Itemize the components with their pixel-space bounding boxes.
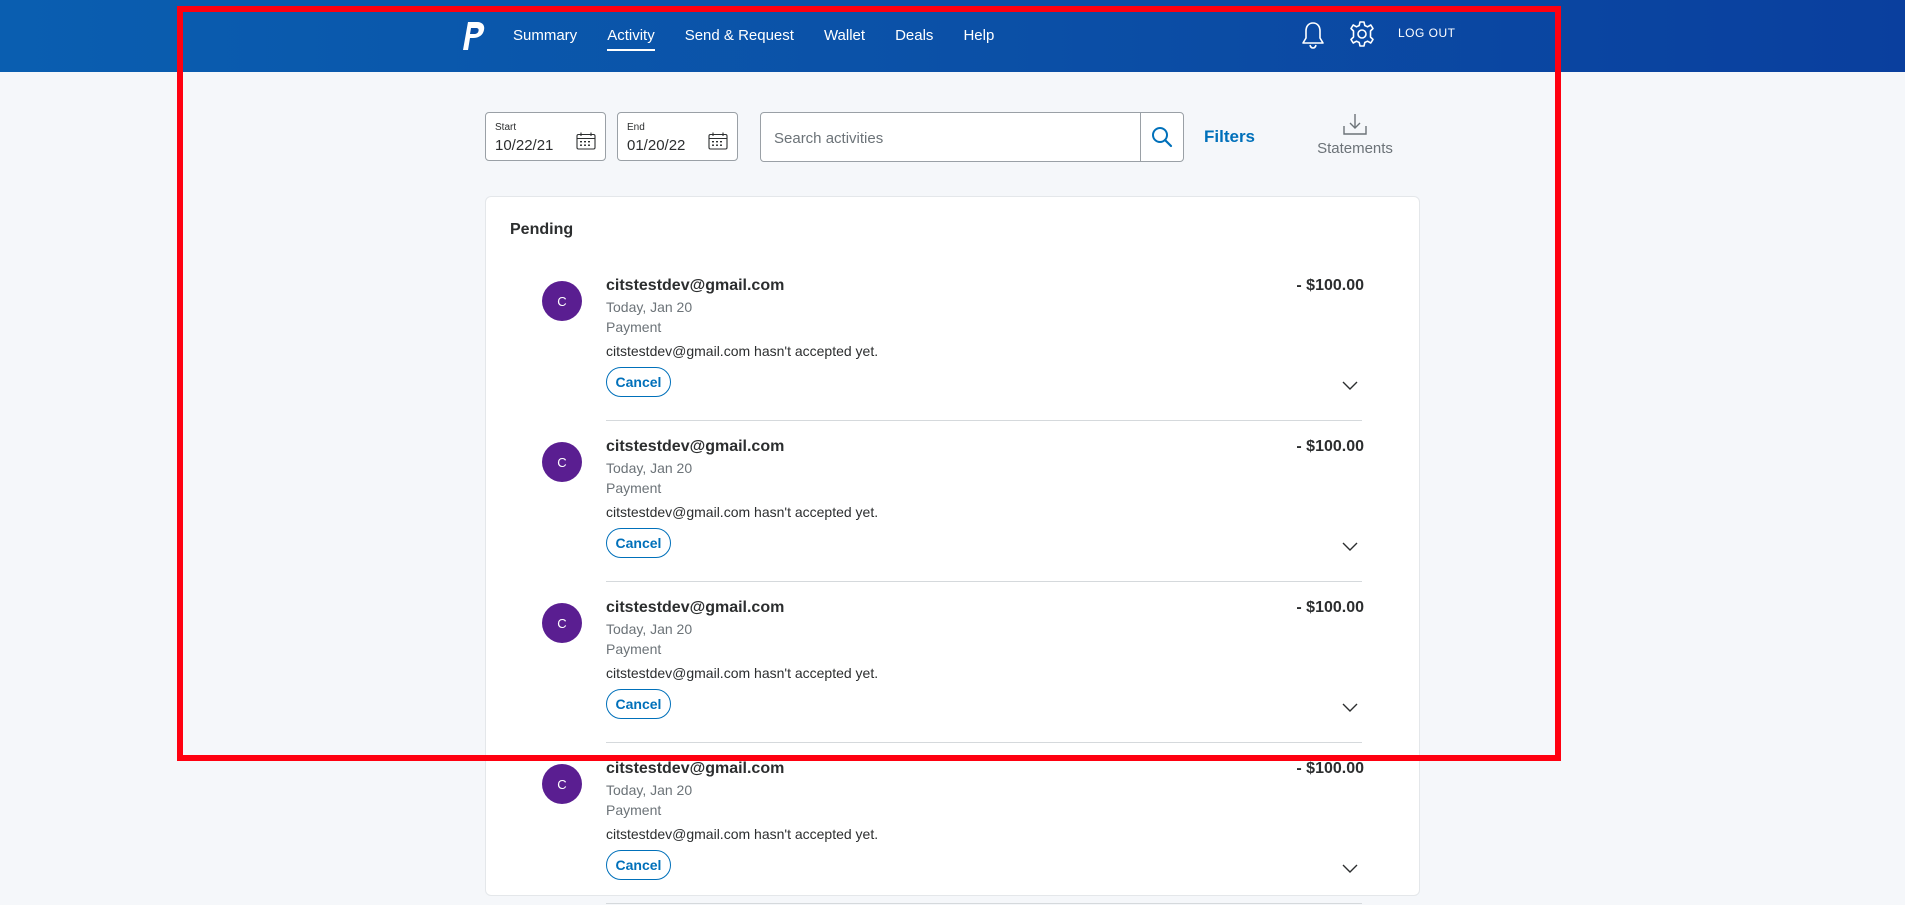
nav-activity[interactable]: Activity bbox=[607, 26, 655, 51]
download-icon bbox=[1343, 114, 1367, 135]
nav-deals[interactable]: Deals bbox=[895, 26, 933, 46]
transaction-amount: - $100.00 bbox=[1296, 599, 1364, 616]
recipient-name: citstestdev@gmail.com bbox=[606, 438, 785, 455]
nav-send-request[interactable]: Send & Request bbox=[685, 26, 794, 46]
cancel-button[interactable]: Cancel bbox=[606, 528, 671, 558]
end-date-label: End bbox=[627, 122, 645, 133]
chevron-down-icon[interactable] bbox=[1341, 862, 1359, 874]
chevron-down-icon[interactable] bbox=[1341, 540, 1359, 552]
start-date-value: 10/22/21 bbox=[495, 137, 554, 154]
transaction-amount: - $100.00 bbox=[1296, 277, 1364, 294]
transaction-amount: - $100.00 bbox=[1296, 760, 1364, 777]
transaction-type: Payment bbox=[606, 319, 662, 335]
start-date-label: Start bbox=[495, 122, 517, 133]
transaction-note: citstestdev@gmail.com hasn't accepted ye… bbox=[606, 504, 879, 520]
end-date-value: 01/20/22 bbox=[627, 137, 686, 154]
recipient-name: citstestdev@gmail.com bbox=[606, 599, 785, 616]
list-item[interactable]: C citstestdev@gmail.com Today, Jan 20 Pa… bbox=[486, 261, 1421, 422]
chevron-down-icon[interactable] bbox=[1341, 701, 1359, 713]
recipient-name: citstestdev@gmail.com bbox=[606, 760, 785, 777]
cancel-button[interactable]: Cancel bbox=[606, 367, 671, 397]
start-date-field[interactable]: Start 10/22/21 bbox=[485, 112, 606, 161]
transaction-date: Today, Jan 20 bbox=[606, 782, 693, 798]
nav-help[interactable]: Help bbox=[963, 26, 994, 46]
cancel-button[interactable]: Cancel bbox=[606, 689, 671, 719]
calendar-icon[interactable] bbox=[576, 132, 596, 150]
transaction-date: Today, Jan 20 bbox=[606, 460, 693, 476]
list-item[interactable]: C citstestdev@gmail.com Today, Jan 20 Pa… bbox=[486, 422, 1421, 583]
recipient-name: citstestdev@gmail.com bbox=[606, 277, 785, 294]
statements-button[interactable]: Statements bbox=[1305, 112, 1405, 164]
divider bbox=[606, 903, 1362, 904]
list-item[interactable]: C citstestdev@gmail.com Today, Jan 20 Pa… bbox=[486, 744, 1421, 905]
gear-icon[interactable] bbox=[1348, 19, 1376, 49]
pending-activity-card: Pending C citstestdev@gmail.com Today, J… bbox=[485, 196, 1421, 904]
top-navigation-bar: Summary Activity Send & Request Wallet D… bbox=[0, 0, 1905, 72]
transaction-type: Payment bbox=[606, 641, 662, 657]
paypal-logo-icon[interactable] bbox=[458, 20, 486, 52]
transaction-date: Today, Jan 20 bbox=[606, 621, 693, 637]
transaction-type: Payment bbox=[606, 480, 662, 496]
transaction-amount: - $100.00 bbox=[1296, 438, 1364, 455]
search-button[interactable] bbox=[1140, 113, 1183, 161]
avatar: C bbox=[542, 764, 582, 804]
divider bbox=[606, 420, 1362, 421]
search-activities-box bbox=[760, 112, 1184, 162]
pending-heading: Pending bbox=[510, 221, 574, 238]
end-date-field[interactable]: End 01/20/22 bbox=[617, 112, 738, 161]
list-item[interactable]: C citstestdev@gmail.com Today, Jan 20 Pa… bbox=[486, 583, 1421, 744]
calendar-icon[interactable] bbox=[708, 132, 728, 150]
divider bbox=[606, 581, 1362, 582]
avatar: C bbox=[542, 603, 582, 643]
chevron-down-icon[interactable] bbox=[1341, 379, 1359, 391]
divider bbox=[606, 742, 1362, 743]
nav-wallet[interactable]: Wallet bbox=[824, 26, 865, 46]
search-icon bbox=[1152, 127, 1173, 148]
bell-icon[interactable] bbox=[1300, 20, 1326, 50]
transaction-note: citstestdev@gmail.com hasn't accepted ye… bbox=[606, 826, 879, 842]
transaction-type: Payment bbox=[606, 802, 662, 818]
transaction-note: citstestdev@gmail.com hasn't accepted ye… bbox=[606, 343, 879, 359]
avatar: C bbox=[542, 442, 582, 482]
statements-label: Statements bbox=[1317, 140, 1393, 157]
logout-link[interactable]: LOG OUT bbox=[1398, 26, 1456, 40]
search-input[interactable] bbox=[772, 126, 1136, 150]
cancel-button[interactable]: Cancel bbox=[606, 850, 671, 880]
avatar: C bbox=[542, 281, 582, 321]
transaction-date: Today, Jan 20 bbox=[606, 299, 693, 315]
filters-link[interactable]: Filters bbox=[1204, 127, 1255, 147]
main-nav: Summary Activity Send & Request Wallet D… bbox=[513, 0, 1024, 72]
transaction-note: citstestdev@gmail.com hasn't accepted ye… bbox=[606, 665, 879, 681]
nav-summary[interactable]: Summary bbox=[513, 26, 577, 46]
